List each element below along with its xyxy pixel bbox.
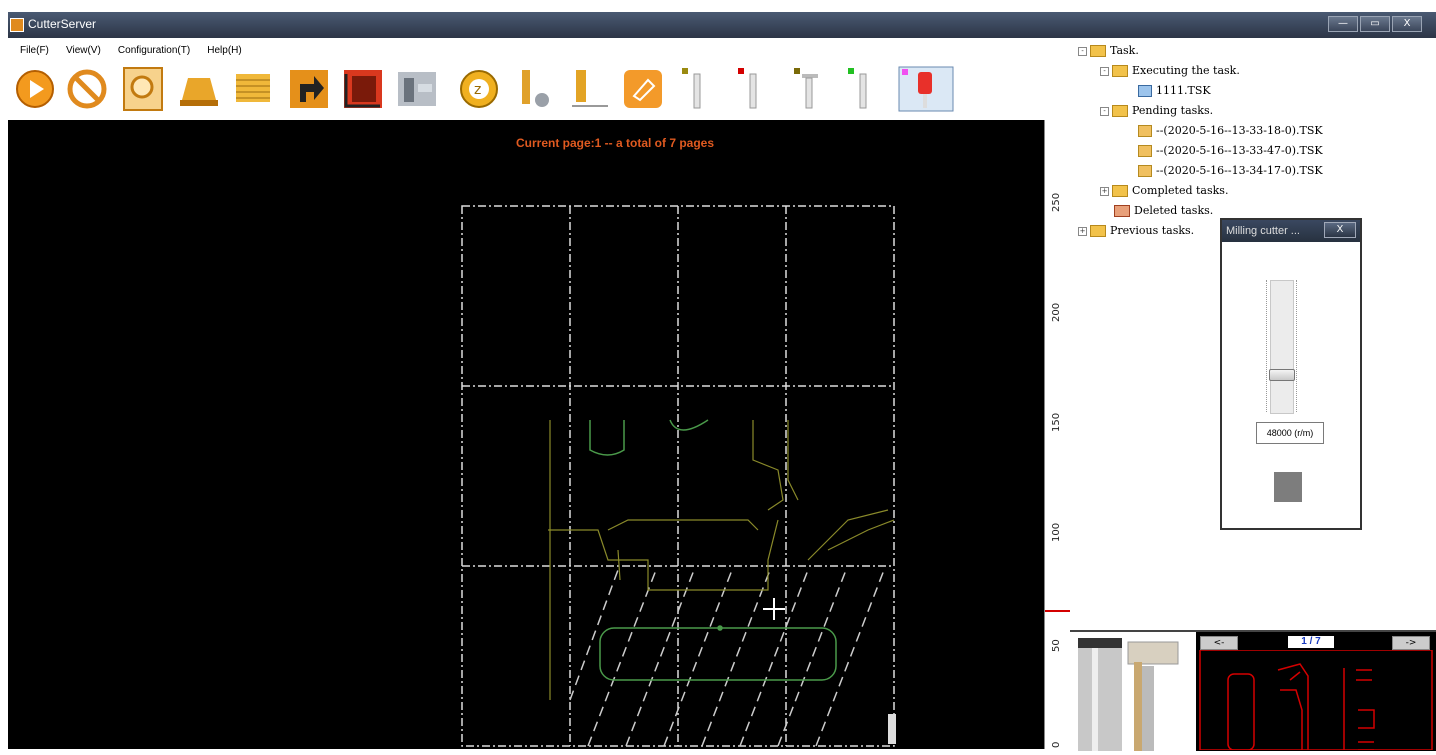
origin-icon[interactable]	[288, 66, 330, 112]
spindle-tool-image	[1078, 638, 1179, 751]
ruler-label: 150	[1051, 412, 1062, 432]
vertical-ruler: 250 200 150 100 50 0	[1044, 120, 1071, 749]
stop-icon[interactable]	[66, 66, 108, 112]
slider-ticks	[1296, 280, 1299, 412]
tree-node-pending-file[interactable]: --(2020-5-16--13-33-18-0).TSK	[1138, 124, 1323, 137]
menu-configuration[interactable]: Configuration(T)	[118, 45, 190, 56]
material-icon[interactable]	[178, 66, 220, 112]
dialog-close-button[interactable]: X	[1324, 222, 1356, 238]
collapse-icon[interactable]: -	[1100, 106, 1109, 116]
window-title: CutterServer	[28, 17, 97, 31]
speed-slider-thumb[interactable]	[1269, 369, 1295, 381]
tree-node-pending[interactable]: - Pending tasks.	[1100, 104, 1213, 117]
ruler-label: 250	[1051, 192, 1062, 212]
folder-icon	[1090, 45, 1106, 57]
tool4-icon[interactable]	[842, 66, 884, 112]
maximize-button[interactable]: ▭	[1360, 16, 1390, 32]
menu-file[interactable]: File(F)	[20, 45, 49, 56]
folder-icon	[1112, 185, 1128, 197]
tree-node-executing-file[interactable]: 1111.TSK	[1138, 84, 1211, 97]
close-button[interactable]: X	[1392, 16, 1422, 32]
speed-slider[interactable]	[1269, 280, 1295, 414]
prev-page-button[interactable]: <-	[1200, 636, 1238, 650]
app-icon	[10, 18, 24, 32]
toolbar: z	[8, 60, 1070, 120]
tool2-icon[interactable]	[732, 66, 774, 112]
grid-icon[interactable]	[342, 66, 384, 112]
tree-node-completed[interactable]: + Completed tasks.	[1100, 184, 1228, 197]
spindle-speed-field[interactable]: 48000 (r/m)	[1256, 422, 1324, 444]
tool3-icon[interactable]	[788, 66, 830, 112]
title-bar: CutterServer — ▭ X	[8, 12, 1436, 38]
dialog-title: Milling cutter ...	[1226, 225, 1300, 237]
expand-icon[interactable]: +	[1100, 186, 1109, 196]
tool-measure-icon[interactable]	[514, 66, 556, 112]
ruler-marker	[1045, 610, 1071, 612]
ruler-label: 200	[1051, 302, 1062, 322]
pen-icon[interactable]	[898, 66, 954, 112]
task-file-icon	[1138, 165, 1152, 177]
page-preview: <- 1 / 7 ->	[1196, 630, 1436, 751]
tree-node-executing[interactable]: - Executing the task.	[1100, 64, 1240, 77]
task-file-icon	[1138, 145, 1152, 157]
tree-node-deleted[interactable]: Deleted tasks.	[1114, 204, 1213, 217]
collapse-icon[interactable]: -	[1100, 66, 1109, 76]
tree-node-task[interactable]: - Task.	[1078, 44, 1139, 57]
start-icon[interactable]	[14, 66, 56, 112]
preview-thumbnail	[1199, 650, 1433, 750]
ruler-label: 50	[1051, 639, 1062, 652]
expand-icon[interactable]: +	[1078, 226, 1087, 236]
tool1-icon[interactable]	[676, 66, 718, 112]
zero-icon[interactable]: z	[458, 66, 500, 112]
layers-icon[interactable]	[232, 66, 274, 112]
next-page-button[interactable]: ->	[1392, 636, 1430, 650]
tool-image-panel	[1070, 630, 1196, 751]
spindle-toggle-button[interactable]	[1274, 472, 1302, 502]
edit-icon[interactable]	[622, 66, 664, 112]
page-indicator: 1 / 7	[1288, 636, 1334, 648]
menu-help[interactable]: Help(H)	[207, 45, 241, 56]
dialog-title-bar[interactable]: Milling cutter ... X	[1222, 220, 1360, 242]
tree-node-pending-file[interactable]: --(2020-5-16--13-34-17-0).TSK	[1138, 164, 1323, 177]
drawing-canvas[interactable]: Current page:1 -- a total of 7 pages	[8, 120, 1044, 749]
collapse-icon[interactable]: -	[1078, 46, 1087, 56]
svg-text:z: z	[474, 82, 481, 98]
folder-icon	[1090, 225, 1106, 237]
ruler-label: 100	[1051, 522, 1062, 542]
tool-length-icon[interactable]	[568, 66, 610, 112]
top-strip	[0, 0, 1436, 12]
tree-node-previous[interactable]: + Previous tasks.	[1078, 224, 1194, 237]
machine-icon[interactable]	[396, 66, 438, 112]
menu-view[interactable]: View(V)	[66, 45, 101, 56]
ruler-label: 0	[1051, 741, 1062, 748]
menu-bar: File(F) View(V) Configuration(T) Help(H)	[8, 38, 1070, 60]
cut-layout	[461, 205, 896, 747]
folder-icon	[1112, 65, 1128, 77]
folder-icon	[1112, 105, 1128, 117]
deleted-folder-icon	[1114, 205, 1130, 217]
task-file-icon	[1138, 85, 1152, 97]
task-file-icon	[1138, 125, 1152, 137]
preview-zoom-icon[interactable]	[122, 66, 164, 112]
slider-ticks	[1266, 280, 1269, 412]
tree-node-pending-file[interactable]: --(2020-5-16--13-33-47-0).TSK	[1138, 144, 1323, 157]
minimize-button[interactable]: —	[1328, 16, 1358, 32]
milling-cutter-dialog: Milling cutter ... X 48000 (r/m)	[1220, 218, 1362, 530]
